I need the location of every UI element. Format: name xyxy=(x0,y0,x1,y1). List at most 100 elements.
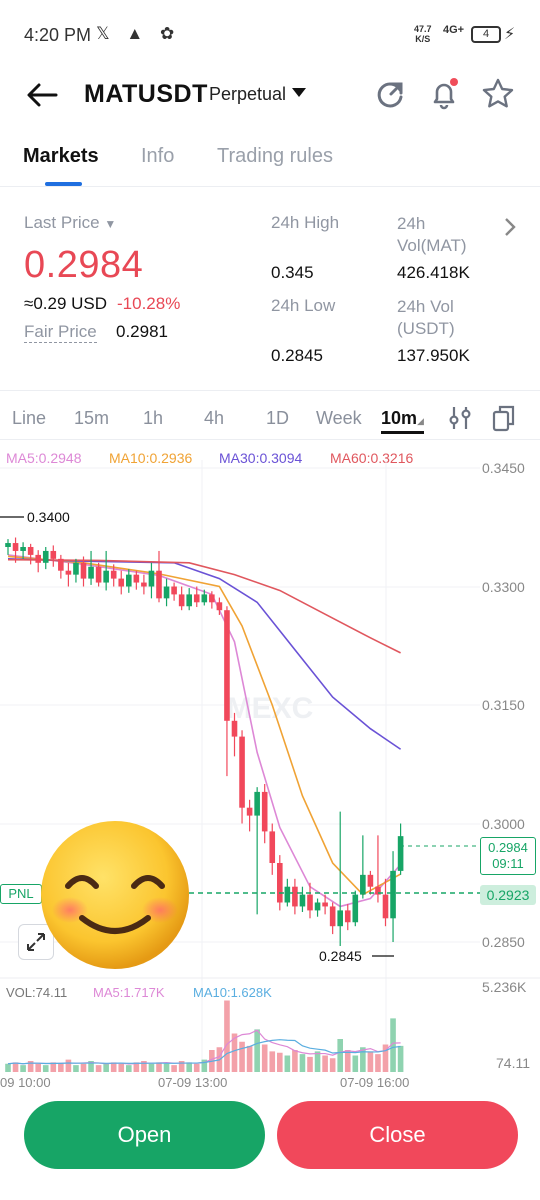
interval-week[interactable]: Week xyxy=(316,408,362,429)
signal-icon: 4G+ xyxy=(443,24,465,36)
volume-bar xyxy=(35,1063,41,1072)
candle-body xyxy=(261,791,268,832)
charging-icon: ⚡ xyxy=(504,26,516,43)
vol-usdt-label: 24h Vol (USDT) xyxy=(397,297,455,338)
candle-body xyxy=(50,550,57,559)
high-value: 0.345 xyxy=(271,263,314,282)
high-marker: 0.3400 xyxy=(27,509,70,525)
volume-bar xyxy=(352,1055,359,1072)
candle-body xyxy=(329,906,336,927)
candle-body xyxy=(322,902,328,907)
volume-bar xyxy=(314,1051,321,1072)
interval-10m[interactable]: 10m◢ xyxy=(381,408,424,434)
divider xyxy=(0,186,540,187)
candle-body xyxy=(299,894,306,907)
caret-down-icon: ▼ xyxy=(104,217,117,231)
candle-body xyxy=(80,562,87,579)
candle-body xyxy=(382,894,389,919)
copy-icon[interactable] xyxy=(491,404,517,437)
vol-label: VOL:74.11 xyxy=(6,985,67,1000)
candle-body xyxy=(163,586,170,599)
divider xyxy=(0,390,540,391)
indicator-settings-icon[interactable] xyxy=(448,405,472,436)
candle-body xyxy=(5,543,11,547)
status-bar: 4:20 PM 𝕏 ▲ ✿ 47.7 K/S 4G+ 4 ⚡ xyxy=(0,0,540,70)
candle-body xyxy=(156,570,162,599)
x-label: 09 10:00 xyxy=(0,1075,51,1090)
volume-bar xyxy=(186,1062,192,1072)
open-button[interactable]: Open xyxy=(24,1101,265,1169)
candle-countdown: 09:11 xyxy=(492,856,524,871)
candle-body xyxy=(65,570,72,575)
candle-body xyxy=(216,602,223,611)
candle-body xyxy=(148,570,155,587)
candle-body xyxy=(133,574,140,583)
bell-icon[interactable] xyxy=(426,76,462,112)
candle-body xyxy=(141,582,147,587)
candle-body xyxy=(178,594,185,607)
caret-down-icon[interactable] xyxy=(292,88,306,97)
candle-body xyxy=(246,807,253,816)
share-icon[interactable] xyxy=(372,76,408,112)
candle-body xyxy=(352,894,359,923)
pnl-tag[interactable]: PNL xyxy=(0,884,42,904)
volume-bar xyxy=(337,1038,343,1072)
back-arrow-icon xyxy=(27,83,58,107)
candle-body xyxy=(390,870,396,919)
candle-body xyxy=(231,720,238,737)
back-button[interactable] xyxy=(22,76,62,116)
volume-bar xyxy=(103,1063,109,1072)
volume-bar xyxy=(5,1063,11,1072)
candle-body xyxy=(103,570,109,583)
interval-line[interactable]: Line xyxy=(12,408,46,429)
star-icon[interactable] xyxy=(480,76,516,112)
candlestick-chart[interactable]: MEXC 0.3400 0.2845 VOL:74.11 MA5:1.717K … xyxy=(0,440,540,1092)
chart-grid xyxy=(0,460,540,1072)
tab-trading-rules[interactable]: Trading rules xyxy=(217,145,333,168)
candle-body xyxy=(239,736,245,808)
candle-body xyxy=(88,566,94,579)
candle-body xyxy=(269,831,276,863)
volume-bar xyxy=(246,1045,253,1072)
last-price-label[interactable]: Last Price ▼ xyxy=(24,213,116,233)
tab-info[interactable]: Info xyxy=(141,145,174,168)
candle-body xyxy=(186,594,192,607)
close-button[interactable]: Close xyxy=(277,1101,518,1169)
volume-bar xyxy=(80,1063,87,1072)
interval-4h[interactable]: 4h xyxy=(204,408,224,429)
chevron-right-icon[interactable] xyxy=(502,216,518,243)
candle-body xyxy=(344,910,351,923)
candle-body xyxy=(314,902,321,911)
y-label: 0.3300 xyxy=(482,579,525,595)
volume-bars xyxy=(5,1000,404,1072)
candle-body xyxy=(27,547,34,555)
symbol-title[interactable]: MATUSDT xyxy=(84,80,208,109)
candle-body xyxy=(171,586,177,595)
vol-max-label: 5.236K xyxy=(482,979,527,995)
contract-type[interactable]: Perpetual xyxy=(209,84,286,105)
x-label: 07-09 16:00 xyxy=(340,1075,409,1090)
volume-bar xyxy=(224,1000,230,1072)
low-value: 0.2845 xyxy=(271,346,323,365)
volume-bar xyxy=(367,1051,374,1072)
tab-markets[interactable]: Markets xyxy=(23,145,99,168)
net-speed-value: 47.7 xyxy=(414,24,432,34)
interval-1d[interactable]: 1D xyxy=(266,408,289,429)
volume-bar xyxy=(269,1051,276,1072)
candle-body xyxy=(360,874,366,895)
volume-bar xyxy=(284,1055,291,1072)
notification-icons: 𝕏 ▲ ✿ xyxy=(96,24,181,43)
vol-usdt-value: 137.950K xyxy=(397,346,470,365)
x-label: 07-09 13:00 xyxy=(158,1075,227,1090)
volume-bar xyxy=(292,1049,298,1072)
candle-body xyxy=(201,594,208,603)
interval-10m-label: 10m xyxy=(381,408,418,428)
interval-1h[interactable]: 1h xyxy=(143,408,163,429)
fair-price-label[interactable]: Fair Price xyxy=(24,322,97,343)
volume-bar xyxy=(193,1063,200,1072)
candle-body xyxy=(254,791,260,816)
interval-15m[interactable]: 15m xyxy=(74,408,109,429)
vol-mat-value: 426.418K xyxy=(397,263,470,282)
volume-bar xyxy=(322,1055,328,1072)
volume-bar xyxy=(20,1065,26,1072)
